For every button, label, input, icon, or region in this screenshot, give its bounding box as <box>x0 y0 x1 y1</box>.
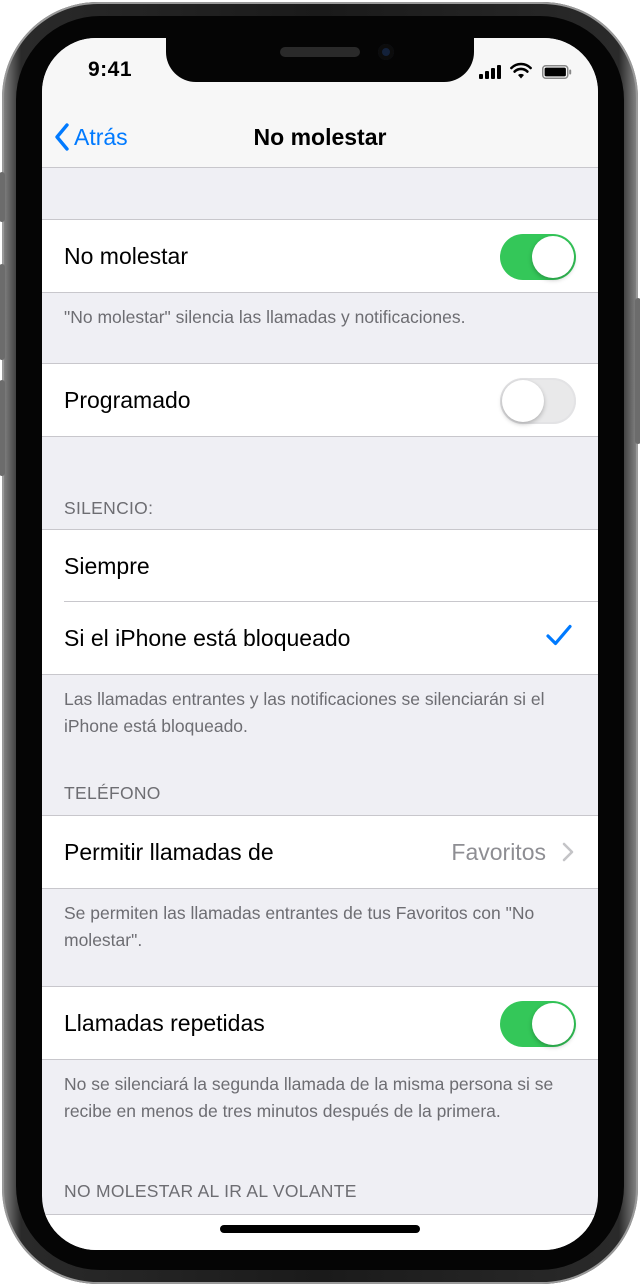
scheduled-group: Programado <box>42 363 598 437</box>
repeated-label: Llamadas repetidas <box>64 1010 265 1036</box>
dnd-toggle[interactable] <box>500 234 576 280</box>
dnd-row: No molestar <box>42 220 598 292</box>
navigation-bar: Atrás No molestar <box>42 108 598 168</box>
phone-group: Permitir llamadas de Favoritos <box>42 815 598 889</box>
silence-header: SILENCIO: <box>64 498 154 518</box>
status-time: 9:41 <box>88 58 133 81</box>
repeated-toggle[interactable] <box>500 1001 576 1047</box>
repeated-footer: No se silenciará la segunda llamada de l… <box>64 1074 554 1121</box>
dnd-footer: "No molestar" silencia las llamadas y no… <box>64 307 466 327</box>
toggle-knob <box>502 380 544 422</box>
allow-calls-value: Favoritos <box>451 839 546 865</box>
silence-option-locked[interactable]: Si el iPhone está bloqueado <box>42 602 598 674</box>
home-indicator[interactable] <box>220 1225 420 1233</box>
scheduled-toggle[interactable] <box>500 378 576 424</box>
scheduled-label: Programado <box>64 387 191 413</box>
wifi-icon <box>510 62 532 79</box>
volume-down-button <box>0 380 5 476</box>
front-camera <box>378 44 394 60</box>
option-label: Siempre <box>64 553 150 579</box>
option-label: Si el iPhone está bloqueado <box>64 625 351 651</box>
silence-footer: Las llamadas entrantes y las notificacio… <box>64 689 545 736</box>
chevron-right-icon <box>562 842 574 862</box>
page-title: No molestar <box>253 124 387 150</box>
mute-switch <box>0 172 5 222</box>
dnd-label: No molestar <box>64 243 188 269</box>
repeated-row: Llamadas repetidas <box>42 987 598 1059</box>
volume-up-button <box>0 264 5 360</box>
battery-icon <box>542 65 572 79</box>
silence-option-always[interactable]: Siempre <box>42 530 598 602</box>
earpiece-speaker <box>280 47 360 57</box>
allow-calls-label: Permitir llamadas de <box>64 839 274 865</box>
repeated-group: Llamadas repetidas <box>42 986 598 1060</box>
cellular-signal-icon <box>479 65 503 79</box>
phone-footer: Se permiten las llamadas entrantes de tu… <box>64 903 535 950</box>
dnd-group: No molestar <box>42 219 598 293</box>
allow-calls-row[interactable]: Permitir llamadas de Favoritos <box>42 816 598 888</box>
scheduled-row: Programado <box>42 364 598 436</box>
phone-header: TELÉFONO <box>64 783 161 803</box>
silence-group: Siempre Si el iPhone está bloqueado <box>42 529 598 675</box>
notch <box>166 38 474 82</box>
driving-header: NO MOLESTAR AL IR AL VOLANTE <box>64 1181 357 1201</box>
screen: 9:41 Atrás No molestar No molestar "No m… <box>42 38 598 1250</box>
toggle-knob <box>532 236 574 278</box>
checkmark-icon <box>546 624 572 646</box>
toggle-knob <box>532 1003 574 1045</box>
side-button <box>635 298 640 444</box>
